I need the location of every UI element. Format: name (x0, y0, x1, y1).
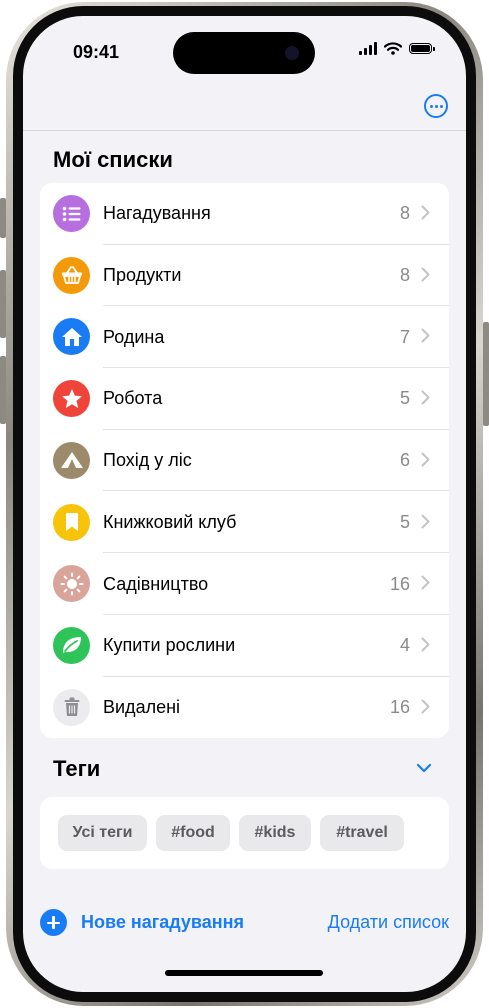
list-count: 8 (399, 203, 410, 224)
tags-card: Усі теги #food #kids #travel (40, 797, 449, 869)
cellular-signal-icon (359, 42, 377, 55)
new-reminder-button[interactable]: Нове нагадування (40, 909, 244, 936)
list-count: 16 (389, 573, 410, 594)
dynamic-island (173, 32, 315, 74)
list-name: Продукти (103, 265, 182, 286)
list-name: Нагадування (103, 203, 211, 224)
chevron-right-icon (421, 514, 430, 528)
sun-icon (53, 565, 90, 603)
chevron-right-icon (421, 205, 430, 220)
tags-heading: Теги (53, 756, 101, 781)
status-time: 09:41 (73, 42, 120, 62)
new-reminder-label: Нове нагадування (81, 912, 244, 932)
list-name: Купити рослини (103, 635, 236, 656)
chevron-down-icon[interactable] (416, 762, 432, 774)
list-row-deleted[interactable]: Видалені 16 (40, 677, 449, 739)
list-row-groceries[interactable]: Продукти 8 (40, 245, 449, 307)
screen: 09:41 Мої списки Нагадування 8 Продукти 8 Ро… (23, 16, 466, 992)
list-row-camping[interactable]: Похід у ліс 6 (40, 430, 449, 492)
leaf-icon (53, 626, 90, 664)
trash-icon (53, 688, 90, 726)
tag-travel[interactable]: #travel (320, 815, 404, 851)
my-lists-heading: Мої списки (53, 147, 173, 172)
list-row-buy-plants[interactable]: Купити рослини 4 (40, 615, 449, 677)
more-options-button[interactable] (424, 94, 448, 118)
list-count: 16 (389, 696, 410, 717)
list-count: 4 (399, 635, 410, 656)
status-icons (359, 42, 435, 55)
chevron-right-icon (421, 390, 430, 405)
list-count: 7 (399, 326, 410, 347)
list-name: Видалені (103, 696, 181, 717)
nav-divider (23, 130, 466, 131)
list-name: Садівництво (103, 573, 209, 594)
tag-food[interactable]: #food (156, 815, 230, 851)
wifi-icon (384, 42, 402, 55)
chevron-right-icon (421, 699, 430, 714)
power-button (483, 322, 489, 426)
star-icon (53, 380, 90, 418)
chevron-right-icon (421, 637, 430, 652)
add-list-button[interactable]: Додати список (328, 912, 449, 933)
camera-icon (285, 46, 299, 60)
volume-down-button (0, 356, 6, 424)
list-name: Похід у ліс (103, 450, 192, 471)
my-lists-card: Нагадування 8 Продукти 8 Родина 7 Робота 5 Похід… (40, 183, 449, 738)
basket-icon (53, 256, 90, 294)
list-bullet-icon (53, 195, 90, 232)
plus-circle-icon (40, 909, 67, 936)
list-name: Родина (103, 326, 165, 347)
list-count: 5 (399, 388, 410, 409)
volume-up-button (0, 270, 6, 338)
bookmark-icon (53, 503, 90, 541)
list-row-work[interactable]: Робота 5 (40, 368, 449, 430)
list-row-gardening[interactable]: Садівництво 16 (40, 553, 449, 615)
chevron-right-icon (421, 328, 430, 343)
chevron-right-icon (421, 575, 430, 590)
tag-kids[interactable]: #kids (239, 815, 311, 851)
chevron-right-icon (421, 267, 430, 282)
chevron-right-icon (421, 452, 430, 467)
list-row-book-club[interactable]: Книжковий клуб 5 (40, 492, 449, 554)
list-name: Робота (103, 388, 163, 409)
list-name: Книжковий клуб (103, 511, 237, 532)
tag-all[interactable]: Усі теги (58, 815, 147, 851)
list-count: 8 (399, 265, 410, 286)
list-count: 5 (399, 511, 410, 532)
action-button (0, 198, 6, 238)
tent-icon (53, 441, 90, 479)
battery-icon (409, 43, 435, 54)
list-row-reminders[interactable]: Нагадування 8 (40, 183, 449, 245)
list-row-family[interactable]: Родина 7 (40, 306, 449, 369)
home-indicator (165, 970, 323, 976)
list-count: 6 (399, 450, 410, 471)
house-icon (53, 318, 90, 356)
